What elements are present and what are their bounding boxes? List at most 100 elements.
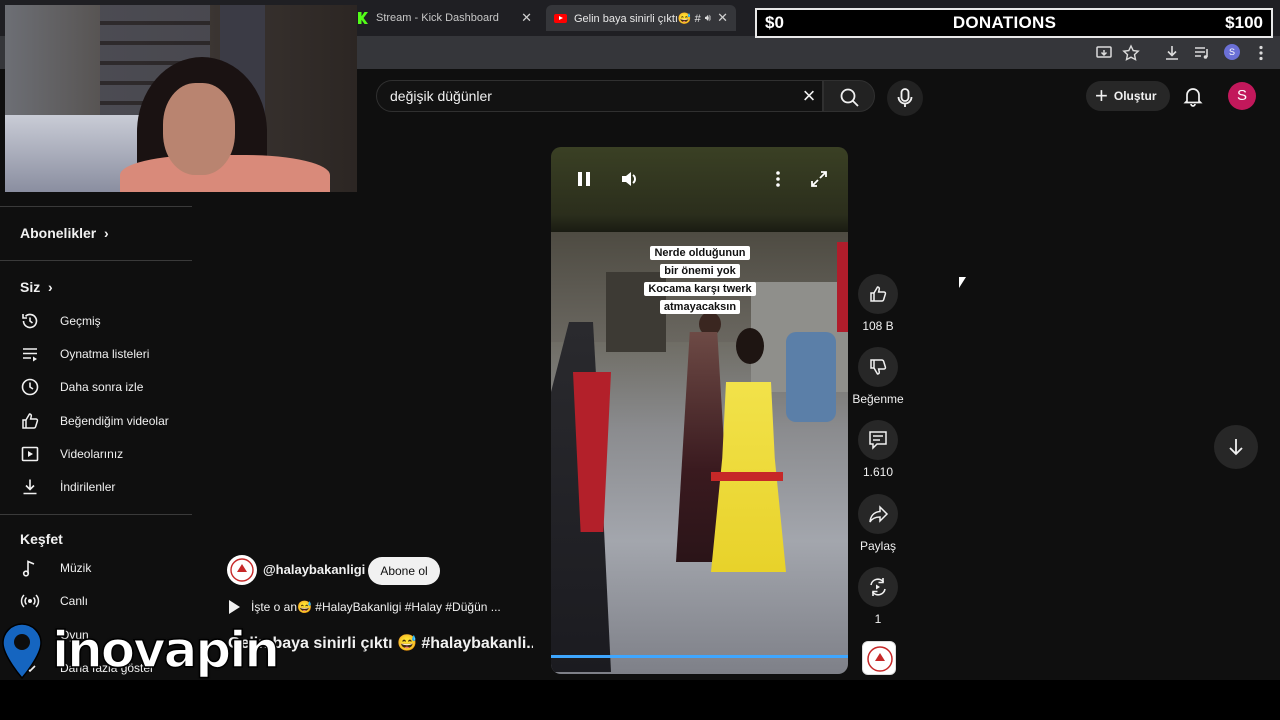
dislike-label: Beğenme [852,392,904,406]
music-note-icon [22,560,35,577]
youtube-icon [554,13,567,23]
tab-title: Stream - Kick Dashboard [376,12,499,24]
description-line[interactable]: İşte o an😅 #HalayBakanligi #Halay #Düğün… [229,600,529,614]
video-progress-bar[interactable] [551,655,848,658]
sidebar-item-playlists[interactable]: Oynatma listeleri [20,339,190,369]
fullscreen-icon [811,171,827,187]
share-button[interactable] [858,494,898,534]
create-button[interactable]: + Oluştur [1086,81,1170,111]
search-input[interactable]: değişik düğünler [376,80,823,112]
like-button[interactable] [858,274,898,314]
clear-search-icon[interactable]: × [797,84,821,108]
install-app-icon[interactable] [1095,44,1113,62]
sidebar-item-label: Videolarınız [60,447,124,461]
media-control-icon[interactable] [1193,44,1211,62]
thumb-up-icon [870,286,887,302]
like-count: 108 B [862,319,894,333]
sidebar-item-watch-later[interactable]: Daha sonra izle [20,372,190,402]
sidebar-you[interactable]: Siz › [20,279,53,295]
bookmark-star-icon[interactable] [1122,44,1140,62]
sidebar-item-your-videos[interactable]: Videolarınız [20,439,190,469]
chevron-right-icon: › [100,225,109,241]
remix-count: 1 [874,612,882,626]
webcam-person-face [163,83,235,175]
speaker-icon[interactable]: 🔊︎ [705,13,711,24]
download-icon[interactable] [1163,44,1181,62]
caption-line: bir önemi yok [660,264,740,278]
video-icon [21,446,39,462]
tab-kick-dashboard[interactable]: Stream - Kick Dashboard ✕ [350,5,540,31]
download-icon [23,479,37,495]
create-label: Oluştur [1113,89,1157,103]
sidebar-item-label: Oynatma listeleri [60,347,150,361]
voice-search-button[interactable] [887,80,923,116]
sidebar-item-liked-videos[interactable]: Beğendiğim videolar [20,406,190,436]
sidebar-item-music[interactable]: Müzik [20,553,190,583]
volume-button[interactable] [613,163,645,195]
sidebar-item-downloads[interactable]: İndirilenler [20,472,190,502]
notifications-bell-icon[interactable] [1182,85,1204,107]
channel-logo-icon [230,558,254,582]
play-icon [229,600,240,614]
tab-close-icon[interactable]: ✕ [521,10,532,26]
chevron-right-icon: › [44,279,53,295]
sidebar-item-history[interactable]: Geçmiş [20,306,190,336]
pause-button[interactable] [568,163,600,195]
remix-button[interactable] [858,567,898,607]
caption-line: Kocama karşı twerk [644,282,756,296]
sidebar-subscriptions[interactable]: Abonelikler › [20,225,109,241]
browser-profile-avatar[interactable]: S [1224,44,1240,60]
volume-icon [622,172,636,186]
next-video-button[interactable] [1214,425,1258,469]
sidebar-divider [0,514,192,515]
you-label: Siz [20,279,41,295]
remix-icon [870,578,886,596]
comment-count: 1.610 [862,465,894,479]
caption-line: Nerde olduğunun [650,246,750,260]
description-text: İşte o an😅 #HalayBakanligi #Halay #Düğün… [251,600,501,614]
tab-title: Gelin baya sinirli çıktı😅 #h [574,12,701,25]
shorts-video-player[interactable]: Nerde olduğunun bir önemi yok Kocama kar… [551,147,848,674]
channel-handle[interactable]: @halaybakanligi [263,562,365,577]
sidebar-item-live[interactable]: Canlı [20,586,190,616]
donations-overlay: $0 DONATIONS $100 [755,8,1273,38]
sidebar-item-label: İndirilenler [60,480,116,494]
mouse-cursor-icon [959,277,966,288]
streamer-webcam [5,5,357,192]
share-label: Paylaş [859,539,897,553]
video-woman-head [736,328,764,364]
video-more-button[interactable] [762,163,794,195]
channel-thumbnail[interactable] [862,641,896,675]
fullscreen-button[interactable] [803,163,835,195]
tab-close-icon[interactable]: ✕ [717,10,728,26]
account-avatar[interactable]: S [1228,82,1256,110]
tab-youtube-video[interactable]: Gelin baya sinirli çıktı😅 #h 🔊︎ ✕ [546,5,736,31]
comment-icon [869,431,887,450]
kick-icon [358,12,368,24]
more-vert-icon[interactable] [1252,44,1270,62]
dislike-button[interactable] [858,347,898,387]
comments-button[interactable] [858,420,898,460]
sidebar-item-label: Geçmiş [60,314,101,328]
more-vert-icon [776,171,780,187]
donations-goal: $100 [1225,13,1263,32]
letterbox-bottom [0,680,1280,720]
caption-line: atmayacaksın [659,300,741,314]
search-button[interactable] [823,80,875,112]
channel-avatar[interactable] [227,555,257,585]
sidebar-item-label: Daha sonra izle [60,380,144,394]
clock-icon [21,378,39,396]
donations-current: $0 [765,13,784,32]
live-icon [20,594,40,608]
sidebar-divider [0,260,192,261]
sidebar-explore-heading: Keşfet [20,531,63,547]
sidebar-item-label: Müzik [60,561,92,575]
subscribe-button[interactable]: Abone ol [368,557,440,585]
video-red-belt [711,472,783,481]
pause-icon [578,172,590,186]
watermark-text: inovapin [51,621,280,679]
video-caption: Nerde olduğunun bir önemi yok Kocama kar… [641,243,759,315]
channel-logo-icon [867,646,893,672]
sidebar-item-label: Canlı [60,594,89,608]
video-guests [786,332,836,422]
